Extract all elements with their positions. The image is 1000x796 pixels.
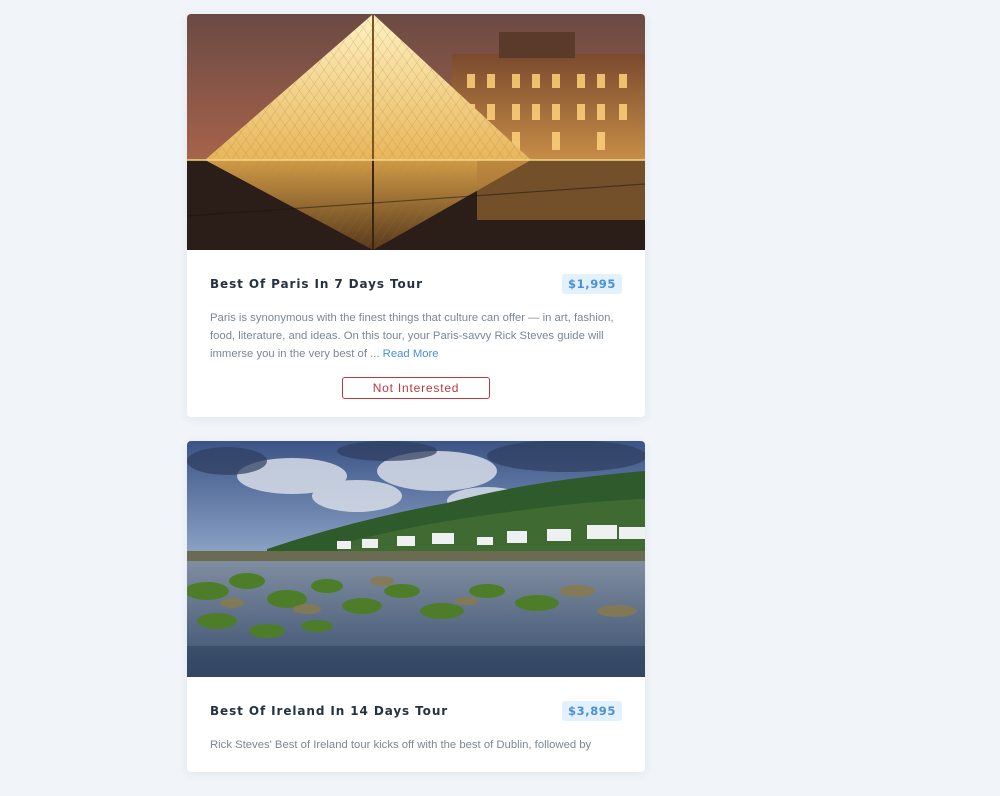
tour-info: Best Of Paris In 7 Days Tour $1,995 Pari… bbox=[187, 250, 645, 417]
tour-title: Best Of Ireland In 14 Days Tour bbox=[210, 704, 449, 718]
tour-image-ireland bbox=[187, 441, 645, 677]
not-interested-button[interactable]: Not Interested bbox=[342, 377, 490, 399]
tours-list: Best Of Paris In 7 Days Tour $1,995 Pari… bbox=[187, 14, 645, 796]
tour-card: Best Of Paris In 7 Days Tour $1,995 Pari… bbox=[187, 14, 645, 417]
tour-price-badge: $1,995 bbox=[562, 274, 622, 294]
tour-actions: Not Interested bbox=[210, 377, 622, 399]
tour-title: Best Of Paris In 7 Days Tour bbox=[210, 277, 423, 291]
tour-image-paris bbox=[187, 14, 645, 250]
tour-info: Best Of Ireland In 14 Days Tour $3,895 R… bbox=[187, 677, 645, 772]
tour-header: Best Of Ireland In 14 Days Tour $3,895 bbox=[210, 701, 622, 721]
tour-header: Best Of Paris In 7 Days Tour $1,995 bbox=[210, 274, 622, 294]
read-more-link[interactable]: Read More bbox=[383, 348, 439, 360]
tour-description-text: Rick Steves' Best of Ireland tour kicks … bbox=[210, 739, 592, 751]
tour-card: Best Of Ireland In 14 Days Tour $3,895 R… bbox=[187, 441, 645, 772]
tour-description: Rick Steves' Best of Ireland tour kicks … bbox=[210, 736, 622, 754]
tour-price-badge: $3,895 bbox=[562, 701, 622, 721]
tour-description: Paris is synonymous with the finest thin… bbox=[210, 309, 622, 363]
